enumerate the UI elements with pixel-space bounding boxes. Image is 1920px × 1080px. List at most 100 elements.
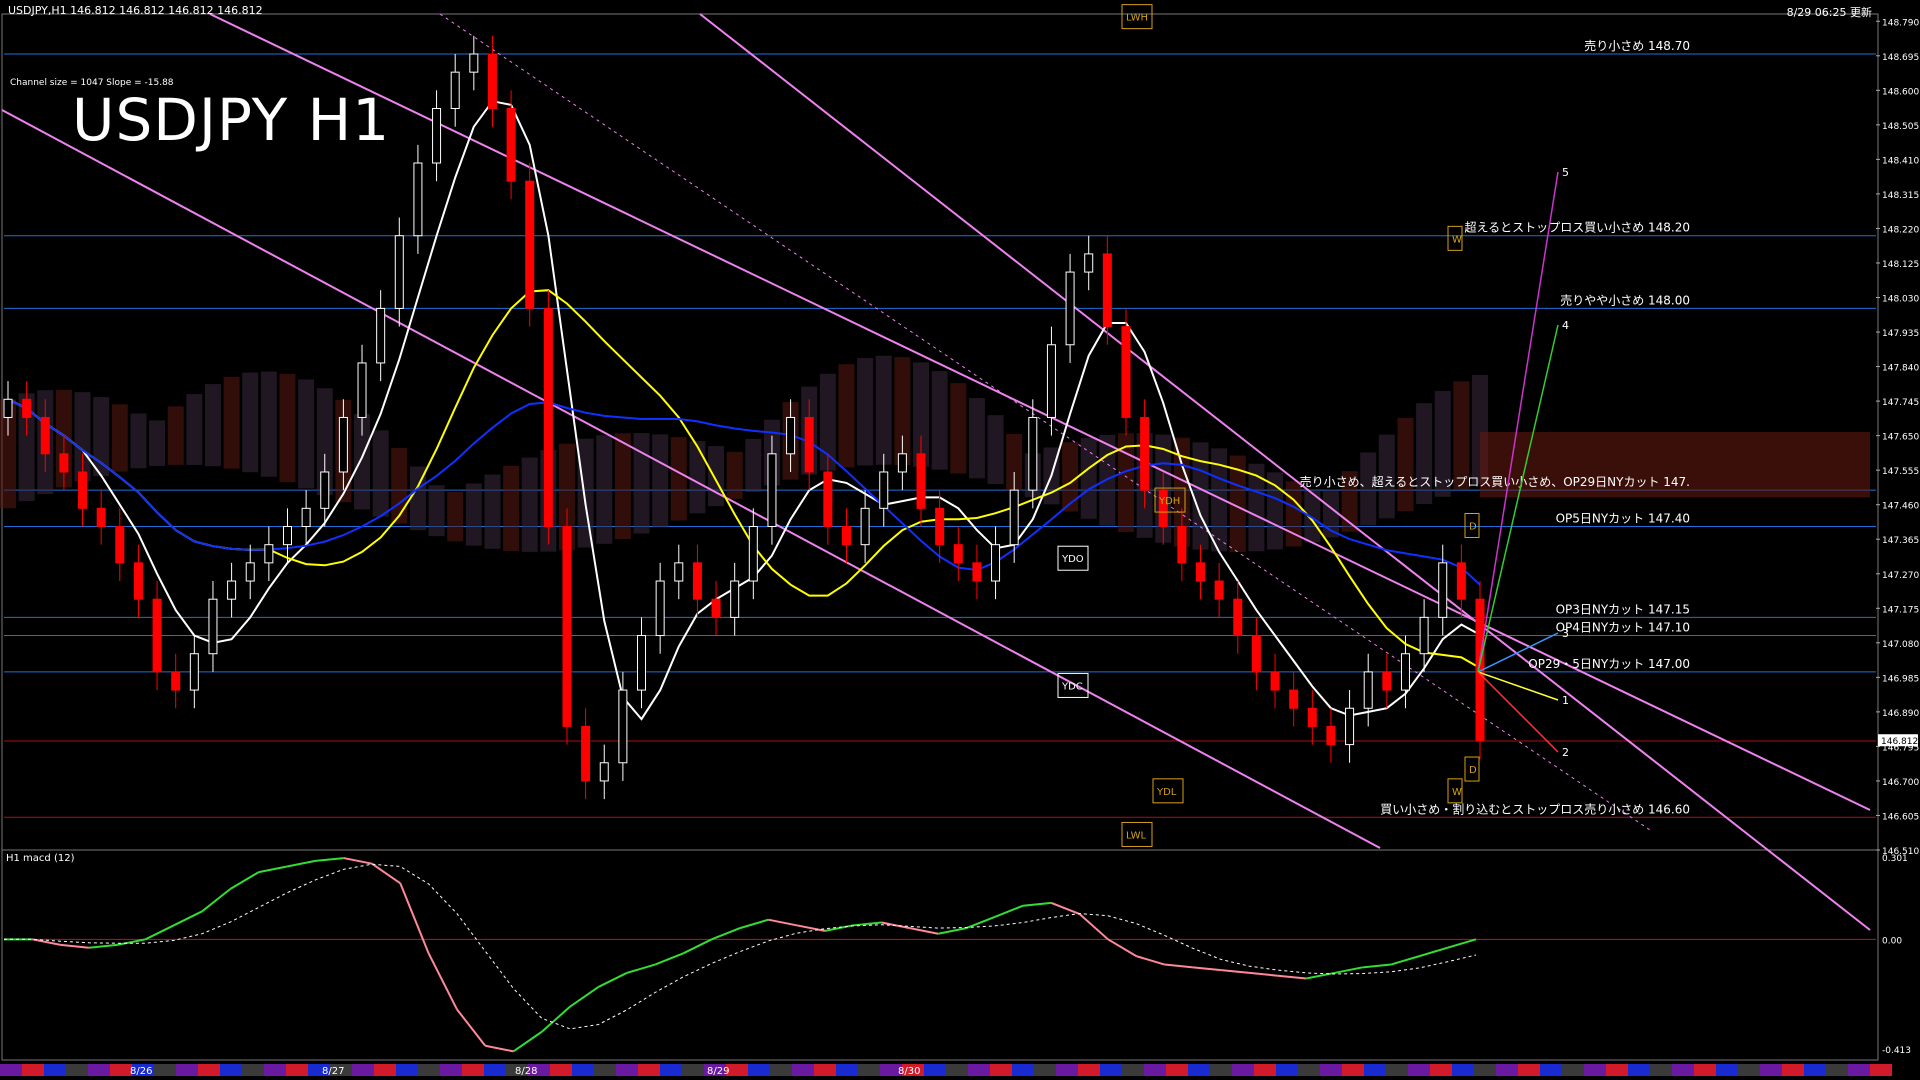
macd-segment	[456, 1008, 487, 1047]
date-bar-segment	[374, 1064, 396, 1076]
candle-body	[1046, 344, 1056, 418]
candle-body	[916, 453, 926, 509]
macd-segment	[512, 1030, 543, 1053]
date-bar-segment	[1562, 1064, 1584, 1076]
price-tick-label: 148.600	[1882, 87, 1919, 97]
date-bar-segment	[792, 1064, 814, 1076]
macd-axis-label: -0.413	[1882, 1046, 1911, 1056]
candle-body	[637, 635, 647, 691]
price-tick-label: 148.315	[1882, 191, 1919, 201]
candle-body	[543, 307, 553, 528]
macd-segment	[598, 972, 628, 988]
candle-body	[562, 526, 572, 727]
cloud-segment	[950, 383, 967, 474]
macd-segment	[569, 986, 600, 1008]
price-tick-label: 147.840	[1882, 364, 1919, 374]
macd-segment	[1419, 946, 1448, 958]
macd-segment	[485, 1044, 514, 1053]
current-price-text: 146.812	[1881, 737, 1918, 747]
macd-segment	[739, 918, 769, 930]
candle-body	[786, 416, 796, 455]
candle-body	[525, 180, 535, 309]
cloud-segment	[633, 433, 650, 534]
macd-segment	[427, 952, 458, 1010]
candle-body	[897, 453, 907, 473]
cloud-segment	[1453, 381, 1470, 491]
candle-body	[152, 598, 162, 673]
candle-body	[655, 580, 665, 637]
candle-body	[879, 471, 889, 509]
date-bar-segment	[946, 1064, 968, 1076]
cloud-segment	[931, 371, 948, 470]
projection-label: 5	[1562, 166, 1569, 179]
date-bar-segment	[1012, 1064, 1034, 1076]
date-bar-segment	[1210, 1064, 1232, 1076]
cloud-segment	[186, 394, 203, 465]
cloud-segment	[857, 358, 874, 466]
date-bar-segment	[1320, 1064, 1342, 1076]
candle-body	[1307, 707, 1317, 727]
cloud-segment	[149, 420, 166, 466]
candle-body	[469, 53, 479, 73]
candle-body	[264, 544, 274, 564]
date-bar-segment	[242, 1064, 264, 1076]
candle-body	[1270, 671, 1280, 691]
price-axis: 148.790 148.695 148.600 148.505 148.410 148.3…	[1876, 18, 1919, 857]
level-label: 売り小さめ 148.70	[1584, 38, 1690, 53]
cloud-segment	[689, 441, 706, 514]
macd-segment	[399, 882, 430, 954]
macd-segment	[258, 865, 288, 874]
date-bar-segment	[1430, 1064, 1452, 1076]
date-bar-segment	[770, 1064, 792, 1076]
cloud-segment	[279, 373, 296, 483]
update-timestamp: 8/29 06:25 更新	[1786, 6, 1872, 19]
date-bar-segment	[66, 1064, 88, 1076]
pivot-box-label: LWH	[1126, 13, 1148, 24]
macd-segment	[1390, 955, 1420, 966]
macd-segment	[1362, 963, 1392, 969]
date-bar-segment	[352, 1064, 374, 1076]
cloud-segment	[652, 434, 669, 528]
candle-body	[3, 398, 13, 418]
candle-body	[1084, 253, 1094, 273]
macd-segment	[1334, 966, 1363, 974]
candle-body	[282, 526, 292, 546]
channel-upper	[209, 13, 1871, 811]
candle-body	[40, 416, 50, 455]
date-bar-segment	[1804, 1064, 1826, 1076]
cloud-segment	[968, 398, 985, 479]
date-bar-segment	[858, 1064, 880, 1076]
price-tick-label: 146.890	[1882, 709, 1919, 719]
candle-body	[581, 725, 591, 782]
macd-segment	[145, 924, 175, 941]
cloud-segment	[726, 451, 743, 499]
date-bar-segment	[1166, 1064, 1188, 1076]
cloud-segment	[391, 447, 408, 524]
price-tick-label: 146.985	[1882, 674, 1919, 684]
candle-body	[991, 544, 1001, 582]
macd-segment	[626, 963, 656, 974]
candle-body	[1363, 671, 1373, 709]
candle-body	[1140, 416, 1150, 491]
level-label: 売りやや小さめ 148.00	[1560, 292, 1690, 307]
cloud-segment	[167, 406, 184, 465]
price-tick-label: 147.935	[1882, 329, 1919, 339]
date-bar-segment	[1144, 1064, 1166, 1076]
cloud-segment	[1248, 463, 1265, 552]
pivot-box-label: YDH	[1158, 496, 1180, 507]
date-label: 8/27	[322, 1066, 344, 1077]
date-bar-segment	[1254, 1064, 1276, 1076]
candle-body	[338, 416, 348, 473]
price-tick-label: 147.650	[1882, 433, 1919, 443]
candle-body	[115, 526, 125, 564]
candle-body	[394, 235, 404, 309]
price-tick-label: 148.030	[1882, 295, 1919, 305]
date-label: 8/26	[130, 1066, 152, 1077]
cloud-segment	[130, 413, 147, 469]
macd-axis-label: 0.301	[1882, 854, 1908, 864]
candle-body	[133, 562, 143, 600]
candle-body	[618, 689, 628, 764]
macd-axis-label: 0.00	[1882, 936, 1902, 946]
cloud-segment	[987, 415, 1004, 485]
date-bar-segment	[1716, 1064, 1738, 1076]
